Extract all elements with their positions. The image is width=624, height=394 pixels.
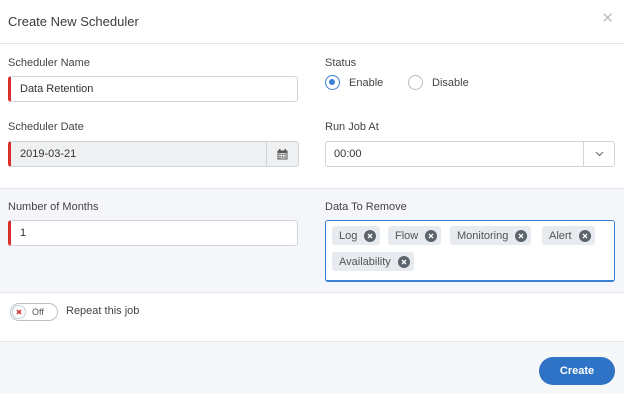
calendar-button[interactable] [267,141,299,167]
status-enable-label: Enable [349,76,384,89]
toggle-state: Off [32,307,44,317]
remove-tag-icon[interactable] [364,229,377,242]
radio-selected-indicator [325,75,340,90]
tag-log: Log [332,226,381,245]
scheduler-date-input[interactable]: 2019-03-21 [8,141,267,167]
section-repeat [0,293,624,341]
chevron-down-icon [595,151,603,157]
data-to-remove-label: Data To Remove [325,201,407,213]
close-icon [16,309,22,315]
remove-tag-icon[interactable] [397,255,410,268]
dialog-title: Create New Scheduler [8,14,139,29]
remove-tag-icon[interactable] [578,229,591,242]
data-to-remove-input[interactable]: Log Flow Monitoring Alert Availability [325,220,615,282]
dialog-header: Create New Scheduler ✕ [0,0,624,44]
tag-availability: Availability [332,252,414,271]
scheduler-name-label: Scheduler Name [8,57,90,69]
tag-label: Flow [395,229,419,242]
tag-label: Monitoring [457,229,509,242]
repeat-toggle[interactable]: Off [10,303,58,321]
tag-label: Log [339,229,358,242]
status-disable-radio[interactable]: Disable [408,75,469,90]
tag-label: Alert [549,229,572,242]
calendar-icon [277,148,288,159]
number-of-months-label: Number of Months [8,201,99,213]
remove-tag-icon[interactable] [515,229,528,242]
status-label: Status [325,57,357,69]
scheduler-date-label: Scheduler Date [8,121,84,133]
remove-tag-icon[interactable] [425,229,438,242]
number-of-months-input[interactable]: 1 [8,220,298,246]
run-job-at-value: 00:00 [334,148,362,160]
close-icon[interactable]: ✕ [601,11,614,26]
create-button[interactable]: Create [539,357,615,385]
tag-alert: Alert [542,226,595,245]
tag-monitoring: Monitoring [450,226,532,245]
dropdown-toggle[interactable] [583,142,614,166]
radio-unselected-indicator [408,75,423,90]
run-job-at-select[interactable]: 00:00 [325,141,615,167]
repeat-label: Repeat this job [66,305,140,317]
status-enable-radio[interactable]: Enable [325,75,383,90]
tag-flow: Flow [388,226,442,245]
status-disable-label: Disable [432,76,469,89]
toggle-knob [12,305,26,319]
tag-label: Availability [339,255,391,268]
dialog-footer [0,341,624,394]
scheduler-name-input[interactable]: Data Retention [8,76,298,102]
run-job-at-label: Run Job At [325,121,379,133]
